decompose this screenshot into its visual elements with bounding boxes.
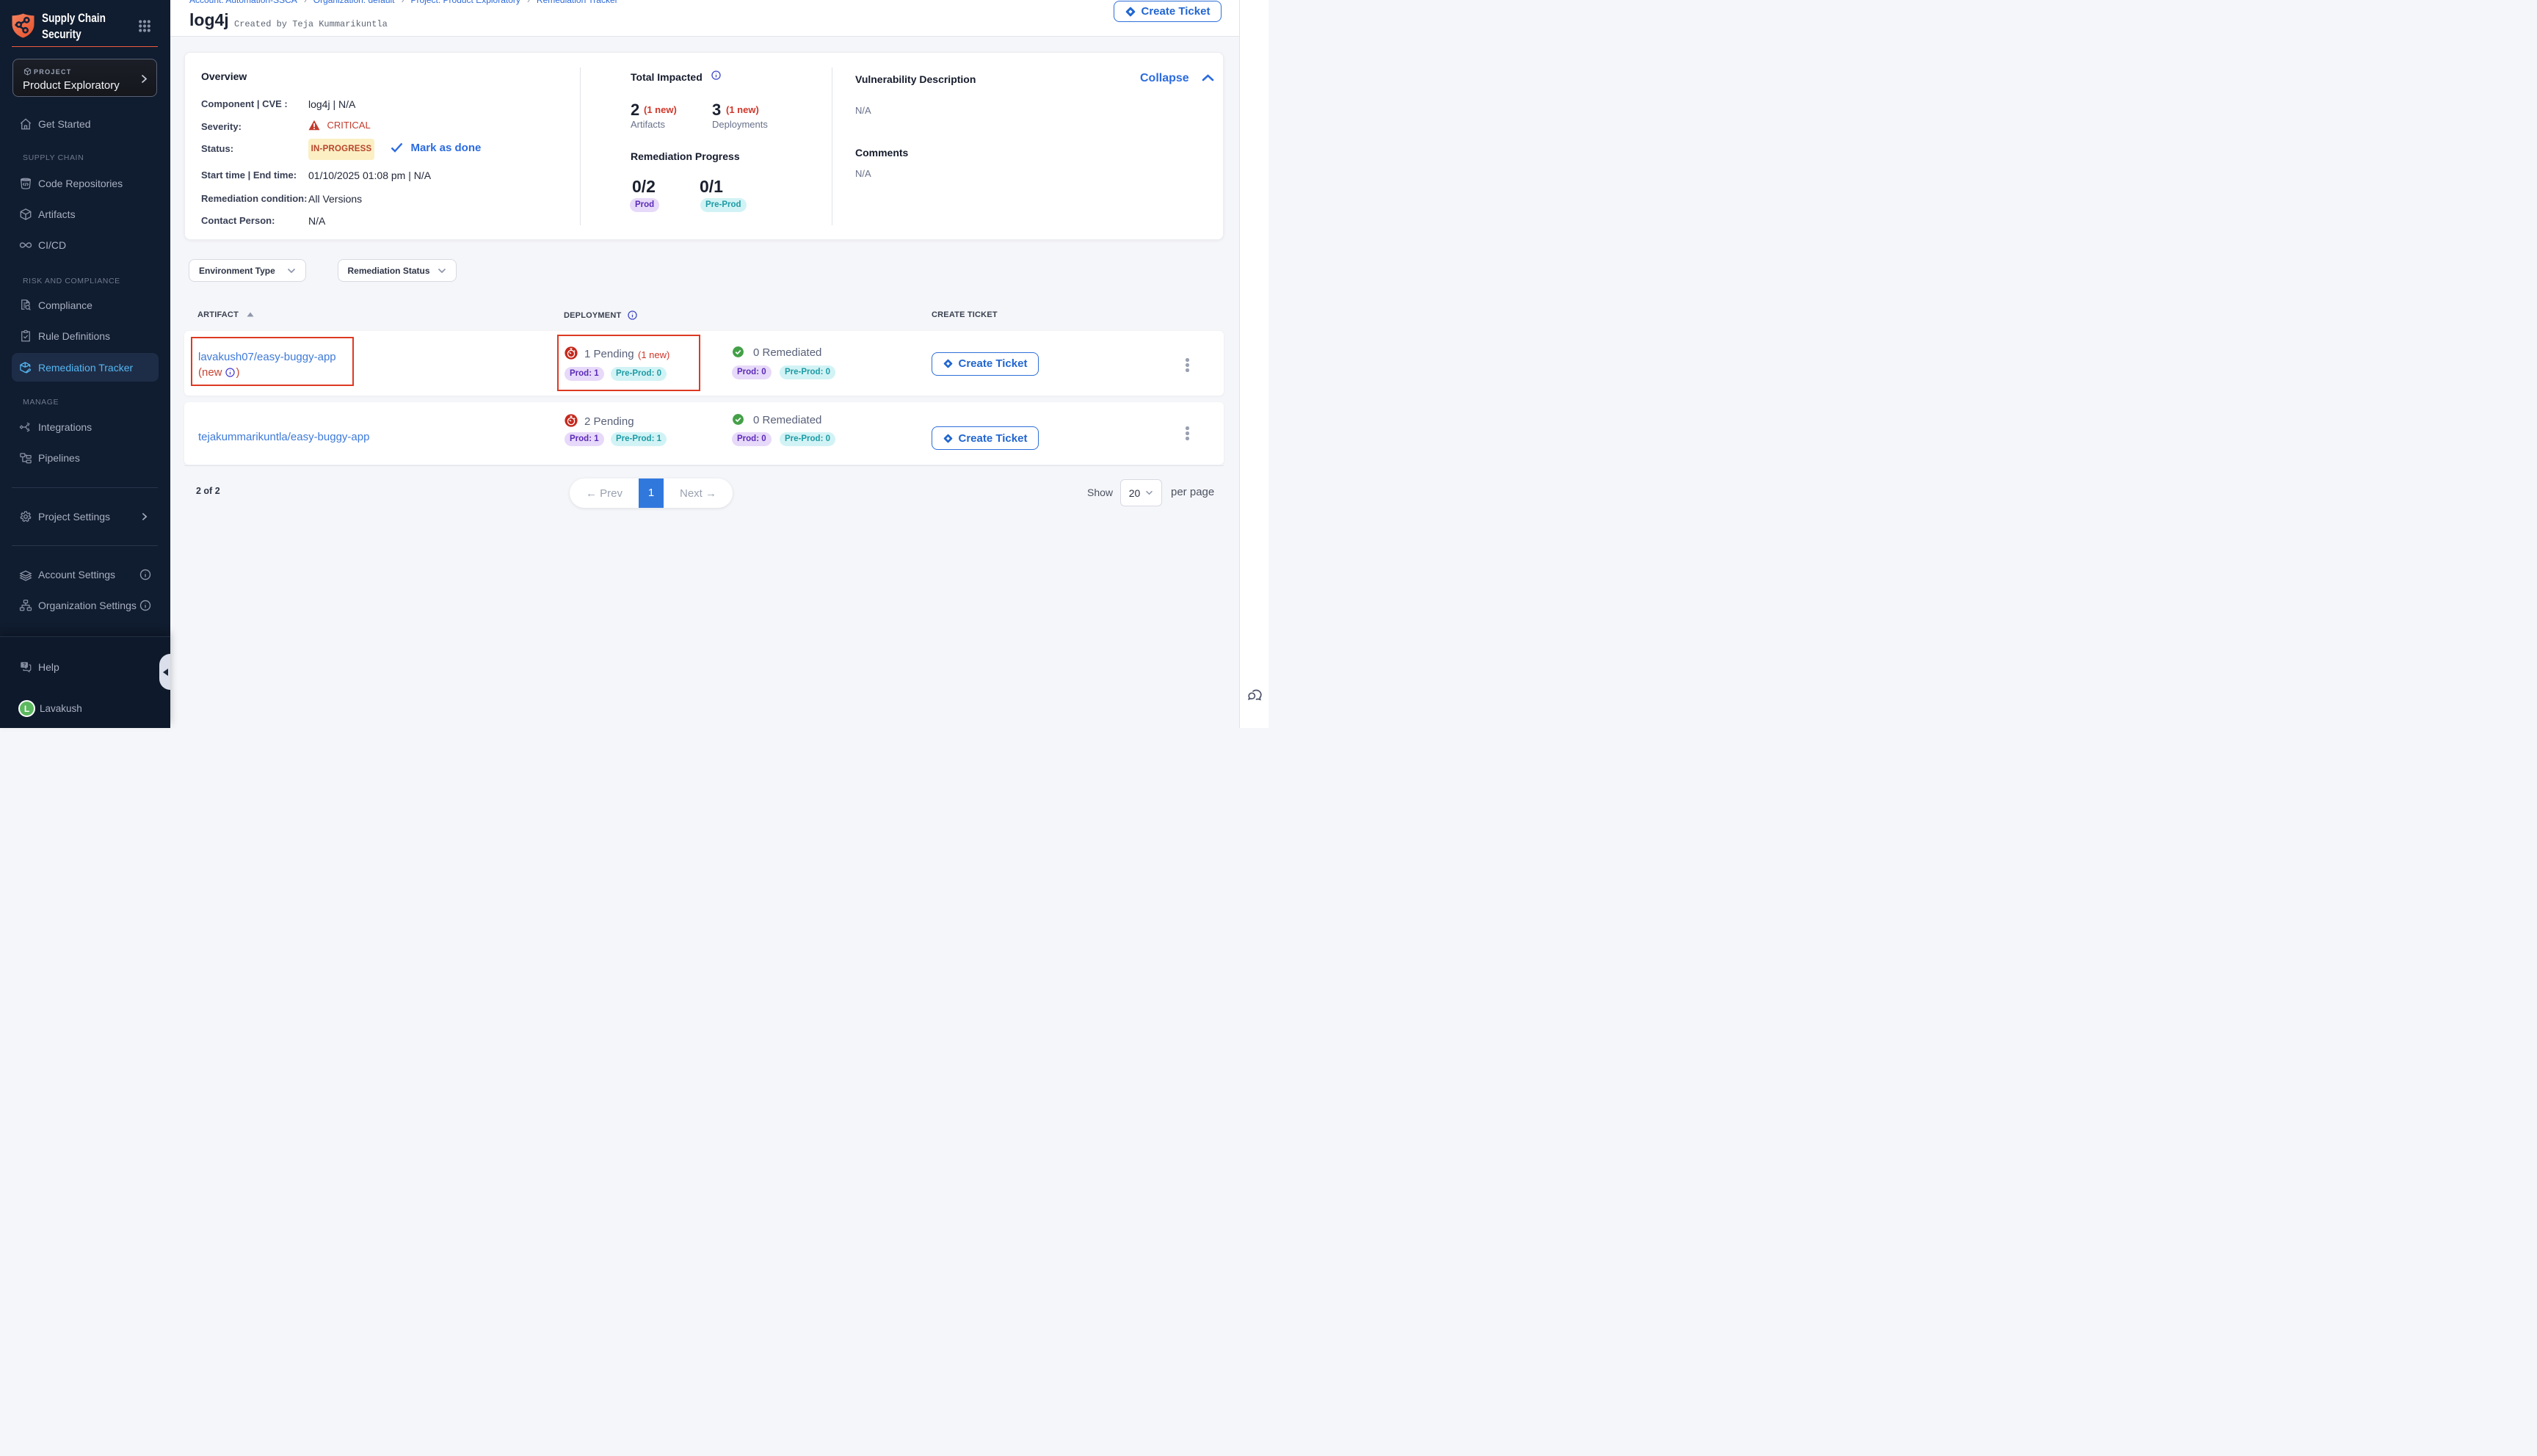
svg-text:?: ? bbox=[23, 663, 26, 668]
